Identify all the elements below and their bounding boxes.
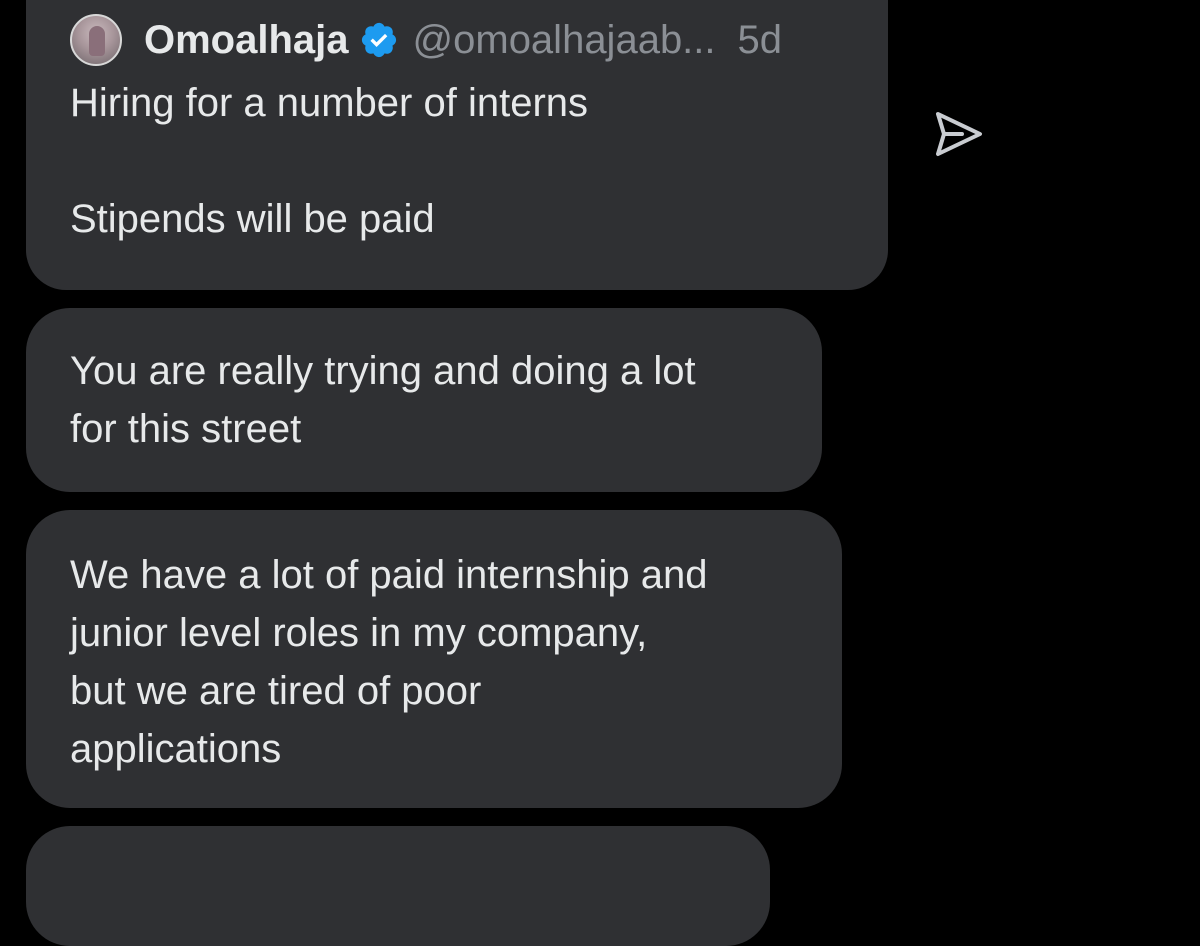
message-bubble[interactable]: We have a lot of paid internship and jun… bbox=[26, 510, 842, 808]
message-text: We have a lot of paid internship and jun… bbox=[70, 553, 708, 771]
avatar[interactable] bbox=[70, 14, 122, 66]
verified-badge-icon bbox=[361, 22, 396, 58]
message-bubble[interactable]: You are really trying and doing a lot fo… bbox=[26, 308, 822, 492]
tweet-text: Hiring for a number of interns Stipends … bbox=[70, 81, 589, 241]
tweet-time: 5d bbox=[737, 18, 783, 62]
message-text: You are really trying and doing a lot fo… bbox=[70, 349, 696, 451]
send-icon[interactable] bbox=[930, 108, 986, 160]
shared-tweet-card[interactable]: Omoalhaja @omoalhajaab... 5d Hiring for … bbox=[26, 0, 888, 290]
tweet-header: Omoalhaja @omoalhajaab... 5d bbox=[70, 12, 844, 68]
author-name[interactable]: Omoalhaja bbox=[144, 11, 349, 69]
author-handle[interactable]: @omoalhajaab... bbox=[413, 11, 716, 69]
message-bubble-partial[interactable] bbox=[26, 826, 770, 946]
